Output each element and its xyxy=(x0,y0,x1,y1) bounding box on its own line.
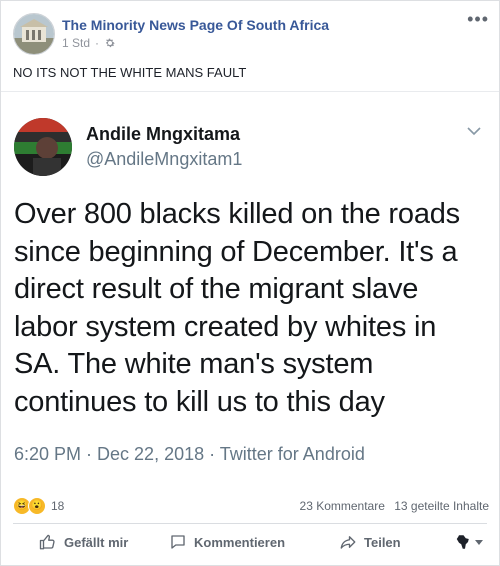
comment-label: Kommentieren xyxy=(194,534,286,550)
comment-icon xyxy=(171,535,185,549)
comment-button[interactable]: Kommentieren xyxy=(169,533,285,551)
wow-emoji-icon: 😮 xyxy=(28,497,46,515)
africa-globe-icon xyxy=(456,535,469,549)
share-button[interactable]: Teilen xyxy=(339,533,401,551)
post-caption: NO ITS NOT THE WHITE MANS FAULT xyxy=(13,65,247,80)
audience-selector[interactable] xyxy=(453,533,484,551)
page-name-link[interactable]: The Minority News Page Of South Africa xyxy=(62,17,329,33)
chevron-down-icon xyxy=(467,127,481,136)
tweet-text: Over 800 blacks killed on the roads sinc… xyxy=(14,198,460,418)
like-button[interactable]: Gefällt mir xyxy=(39,533,128,551)
embedded-tweet-image[interactable]: Andile Mngxitama @AndileMngxitam1 Over 8… xyxy=(1,91,499,490)
like-label: Gefällt mir xyxy=(64,534,129,550)
ellipsis-icon[interactable]: ••• xyxy=(467,9,489,30)
tweet-avatar xyxy=(14,118,72,176)
caret-down-icon xyxy=(475,540,483,545)
dot-separator: · xyxy=(95,36,100,50)
reaction-count: 18 xyxy=(51,499,65,513)
engagement-counts: 23 Kommentare 13 geteilte Inhalte xyxy=(294,499,489,513)
post-meta: 1 Std · xyxy=(62,36,116,50)
action-bar: Gefällt mir Kommentieren Teilen xyxy=(1,529,499,563)
divider xyxy=(13,523,487,524)
tweet-author-name: Andile Mngxitama xyxy=(86,124,241,144)
shares-count-link[interactable]: 13 geteilte Inhalte xyxy=(394,499,489,513)
post-stats: 😆 😮 18 23 Kommentare 13 geteilte Inhalte xyxy=(1,491,499,519)
comments-count-link[interactable]: 23 Kommentare xyxy=(300,499,385,513)
reactions-summary[interactable]: 😆 😮 18 xyxy=(13,497,64,515)
share-arrow-icon xyxy=(340,536,356,549)
page-avatar[interactable] xyxy=(13,13,55,55)
tweet-timestamp: 6:20 PM · Dec 22, 2018 · Twitter for And… xyxy=(14,444,365,464)
facebook-post: The Minority News Page Of South Africa 1… xyxy=(0,0,500,566)
tweet-author-handle: @AndileMngxitam1 xyxy=(86,149,243,169)
share-label: Teilen xyxy=(364,534,401,550)
post-time[interactable]: 1 Std xyxy=(62,36,90,50)
gear-icon[interactable] xyxy=(104,37,116,49)
thumbs-up-icon xyxy=(39,534,55,550)
